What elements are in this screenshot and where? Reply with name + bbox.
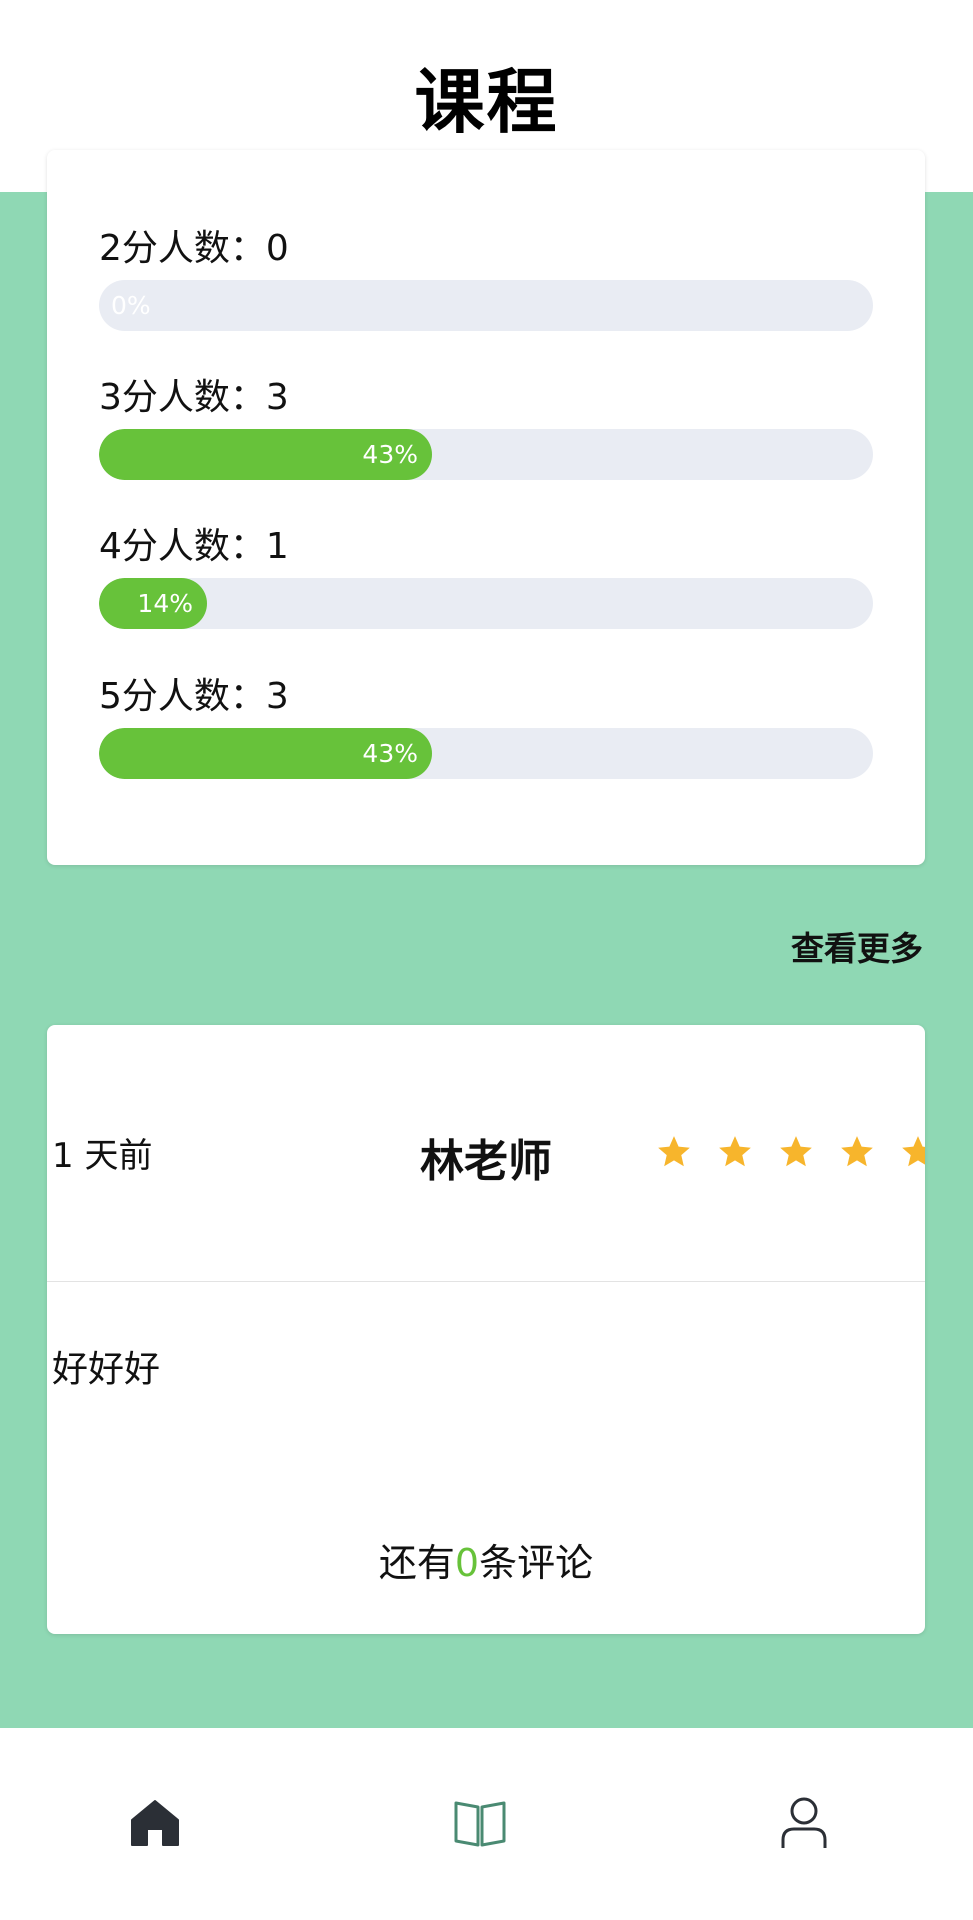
user-icon	[781, 1797, 827, 1848]
rating-progress-bar: 0%	[99, 280, 873, 331]
more-comments-prefix: 还有	[378, 1541, 455, 1585]
rating-progress-percent: 43%	[362, 739, 418, 768]
more-comments-text[interactable]: 还有0条评论	[47, 1532, 925, 1587]
page-title: 课程	[414, 60, 559, 143]
book-icon	[454, 1801, 506, 1847]
rating-row-4: 4分人数：1 14%	[99, 524, 873, 629]
rating-row-5: 5分人数：3 43%	[99, 674, 873, 779]
star-icon	[658, 1136, 690, 1167]
rating-progress-percent: 0%	[111, 291, 151, 320]
rating-label: 3分人数：3	[99, 377, 289, 418]
nav-profile[interactable]	[774, 1793, 834, 1853]
comment-time: 1 天前	[52, 1136, 153, 1176]
comment-divider	[47, 1281, 925, 1282]
nav-home[interactable]	[125, 1793, 185, 1853]
rating-row-3: 3分人数：3 43%	[99, 375, 873, 480]
rating-progress-bar: 43%	[99, 429, 873, 480]
bottom-nav-bar	[0, 1728, 973, 1920]
home-icon	[131, 1800, 179, 1846]
rating-progress-percent: 14%	[137, 589, 193, 618]
view-more-link[interactable]: 查看更多	[791, 922, 923, 970]
rating-progress-bar: 43%	[99, 728, 873, 779]
rating-distribution-card: 2分人数：0 0% 3分人数：3 43% 4分人数：1 14% 5分人数：3 4…	[47, 150, 925, 865]
more-comments-suffix: 条评论	[479, 1541, 594, 1585]
nav-courses[interactable]	[450, 1793, 510, 1853]
comment-author: 林老师	[420, 1136, 552, 1187]
rating-label: 4分人数：1	[99, 526, 289, 567]
rating-progress-bar: 14%	[99, 578, 873, 629]
rating-progress-percent: 43%	[362, 440, 418, 469]
more-comments-count: 0	[454, 1541, 480, 1585]
rating-label: 5分人数：3	[99, 676, 289, 717]
star-icon	[719, 1136, 751, 1167]
rating-label: 2分人数：0	[99, 228, 289, 269]
star-icon	[902, 1136, 925, 1167]
rating-row-2: 2分人数：0 0%	[99, 226, 873, 331]
comment-star-rating	[655, 1133, 925, 1177]
star-icon	[780, 1136, 812, 1167]
comment-body: 好好好	[52, 1349, 161, 1390]
star-icon	[841, 1136, 873, 1167]
